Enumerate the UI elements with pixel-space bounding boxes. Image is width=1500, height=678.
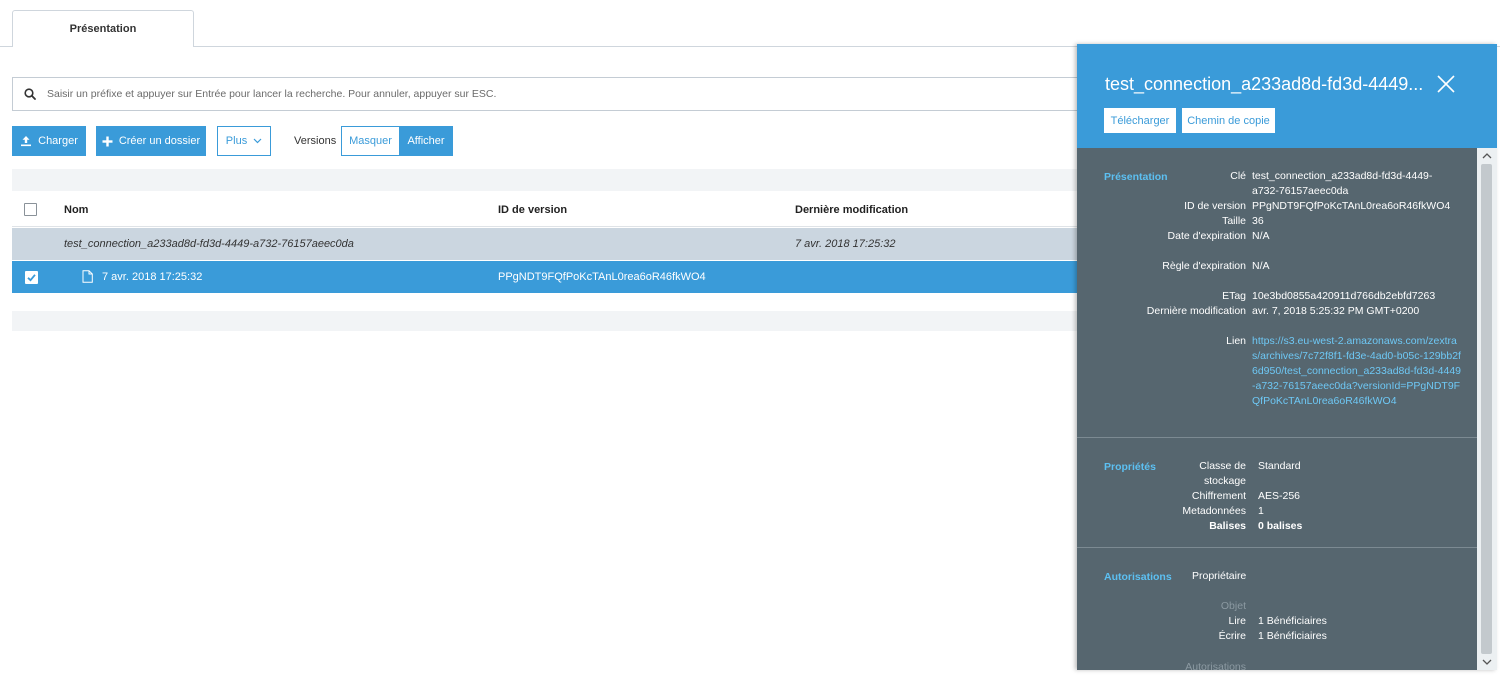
details-panel: test_connection_a233ad8d-fd3d-4449... Té… [1077,44,1497,670]
copy-path-button[interactable]: Chemin de copie [1182,108,1275,133]
section-divider [1077,547,1477,548]
encryption-label: Chiffrement [1191,490,1246,502]
download-button[interactable]: Télécharger [1104,108,1176,133]
section-divider [1077,437,1477,438]
select-all-checkbox[interactable] [24,203,37,216]
object-label: Objet [1220,600,1246,612]
panel-body: Présentation Clé test_connection_a233ad8… [1077,148,1477,670]
table-header: Nom ID de version Dernière modification [12,193,1077,227]
row-name: test_connection_a233ad8d-fd3d-4449-a732-… [64,238,354,250]
close-icon[interactable] [1436,74,1456,94]
etag-value: 10e3bd0855a420911d766db2ebfd7263 [1252,290,1436,302]
column-last-modified[interactable]: Dernière modification [795,193,908,227]
table-row-selected[interactable]: 7 avr. 2018 17:25:32 PPgNDT9FQfPoKcTAnL0… [12,261,1077,293]
show-versions-button[interactable]: Afficher [399,126,453,156]
key-label: Clé [1230,170,1246,182]
etag-label: ETag [1222,290,1246,302]
link-label: Lien [1226,335,1246,347]
panel-title: test_connection_a233ad8d-fd3d-4449... [1105,74,1424,94]
expiration-rule-label: Règle d'expiration [1162,260,1246,272]
panel-header: test_connection_a233ad8d-fd3d-4449... Té… [1077,44,1497,148]
section-permissions-label: Autorisations [1104,571,1172,583]
row-version-id: PPgNDT9FQfPoKcTAnL0rea6oR46fkWO4 [498,271,706,283]
upload-label: Charger [38,135,78,147]
row-last-modified: 7 avr. 2018 17:25:32 [795,238,896,250]
scroll-thumb[interactable] [1481,164,1492,654]
file-icon [82,270,93,283]
object-link[interactable]: https://s3.eu-west-2.amazonaws.com/zextr… [1252,334,1462,409]
version-id-label: ID de version [1184,200,1246,212]
expiration-rule-value: N/A [1252,260,1270,272]
metadata-value: 1 [1258,505,1264,517]
versions-label: Versions [294,135,337,147]
version-id-value: PPgNDT9FQfPoKcTAnL0rea6oR46fkWO4 [1252,200,1451,212]
section-properties-label: Propriétés [1104,461,1156,473]
metadata-label: Metadonnées [1182,505,1246,517]
size-value: 36 [1252,215,1264,227]
upload-button[interactable]: Charger [12,126,86,156]
row-name: 7 avr. 2018 17:25:32 [102,271,203,283]
tab-presentation[interactable]: Présentation [12,10,194,47]
expiration-date-label: Date d'expiration [1167,230,1246,242]
scroll-up-icon[interactable] [1482,152,1492,160]
tags-label: Balises [1209,520,1246,532]
last-modified-value: avr. 7, 2018 5:25:32 PM GMT+0200 [1252,305,1420,317]
storage-class-value: Standard [1258,460,1301,472]
scroll-down-icon[interactable] [1482,658,1492,666]
permissions-sub-label: Autorisations [1185,661,1246,670]
table-row[interactable]: test_connection_a233ad8d-fd3d-4449-a732-… [12,228,1077,260]
table-bottom-strip [12,311,1077,331]
more-label: Plus [225,135,248,147]
read-label: Lire [1228,615,1246,627]
search-icon [24,88,36,100]
encryption-value: AES-256 [1258,490,1301,502]
create-folder-button[interactable]: Créer un dossier [96,126,206,156]
size-label: Taille [1222,215,1246,227]
owner-label: Propriétaire [1192,570,1247,582]
panel-scrollbar[interactable] [1477,148,1497,670]
tags-value: 0 balises [1258,520,1303,532]
hide-versions-button[interactable]: Masquer [341,126,400,156]
read-value: 1 Bénéficiaires [1258,615,1327,627]
search-bar [12,77,1092,111]
expiration-date-value: N/A [1252,230,1270,242]
key-value: test_connection_a233ad8d-fd3d-4449-a732-… [1252,170,1433,197]
create-folder-label: Créer un dossier [118,135,201,147]
tab-bar: Présentation [0,0,1500,48]
column-version-id[interactable]: ID de version [498,193,567,227]
table-top-strip [12,169,1077,191]
plus-icon [102,136,113,146]
column-name[interactable]: Nom [64,193,88,227]
more-dropdown[interactable]: Plus [217,126,271,156]
chevron-down-icon [253,138,262,144]
last-modified-label: Dernière modification [1146,305,1246,317]
upload-icon [21,136,32,147]
write-value: 1 Bénéficiaires [1258,630,1327,642]
storage-class-label: Classe de stockage [1199,460,1246,487]
search-input[interactable] [47,78,1077,110]
row-checkbox-checked[interactable] [25,271,38,284]
write-label: Écrire [1218,630,1246,642]
check-icon [27,274,36,282]
